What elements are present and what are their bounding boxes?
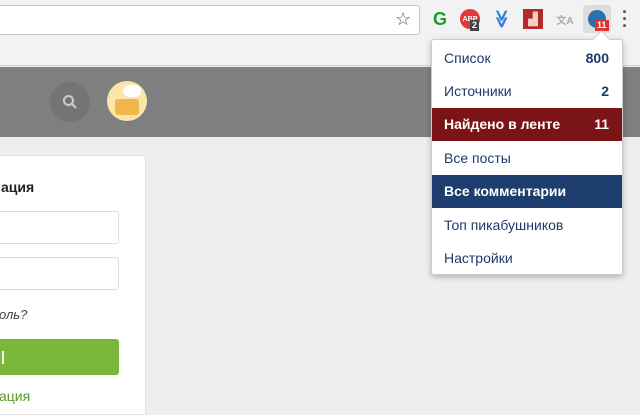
pocket-extension-icon[interactable]: ≫	[492, 9, 513, 29]
pikabu-extension-icon[interactable]: 11	[583, 5, 611, 33]
grammarly-extension-icon[interactable]: G	[430, 9, 450, 29]
menu-item-label: Список	[444, 49, 491, 66]
bookmark-star-icon[interactable]: ☆	[395, 9, 411, 30]
search-icon	[63, 95, 77, 109]
adblock-badge: 2	[470, 20, 480, 31]
menu-item-label: Все комментарии	[444, 183, 567, 200]
search-button[interactable]	[50, 82, 90, 122]
login-panel: ация оль? | ация	[0, 155, 146, 415]
menu-item-list[interactable]: Список 800	[432, 41, 622, 74]
username-input[interactable]	[0, 211, 119, 244]
password-input[interactable]	[0, 257, 119, 290]
menu-item-all-comments[interactable]: Все комментарии	[432, 174, 622, 208]
menu-item-sources[interactable]: Источники 2	[432, 74, 622, 107]
adblock-extension-icon[interactable]: ABP 2	[460, 9, 480, 31]
menu-item-label: Настройки	[444, 250, 513, 267]
menu-item-settings[interactable]: Настройки	[432, 241, 622, 274]
register-link[interactable]: ация	[0, 388, 30, 404]
forgot-password-link[interactable]: оль?	[0, 307, 27, 322]
user-avatar[interactable]	[107, 81, 147, 121]
menu-item-count: 11	[594, 116, 609, 133]
address-bar[interactable]	[0, 5, 420, 35]
menu-item-count: 2	[601, 83, 609, 100]
pikabu-badge: 11	[595, 20, 609, 31]
menu-item-label: Топ пикабушников	[444, 216, 564, 233]
extension-popup-menu: Список 800 Источники 2 Найдено в ленте 11 В…	[431, 39, 623, 275]
menu-item-found-in-feed[interactable]: Найдено в ленте 11	[432, 107, 622, 142]
menu-item-top-users[interactable]: Топ пикабушников	[432, 208, 622, 241]
menu-item-label: Все посты	[444, 149, 511, 166]
menu-item-count: 800	[585, 49, 609, 66]
chart-extension-icon[interactable]: ▟	[523, 9, 543, 29]
login-button[interactable]: |	[0, 339, 119, 375]
menu-item-all-posts[interactable]: Все посты	[432, 141, 622, 174]
menu-item-label: Найдено в ленте	[444, 116, 561, 133]
translate-extension-icon[interactable]: 文A	[555, 9, 575, 29]
menu-item-label: Источники	[444, 83, 512, 100]
login-title: ация	[1, 179, 35, 195]
chrome-menu-icon[interactable]: · · ·	[622, 3, 628, 35]
